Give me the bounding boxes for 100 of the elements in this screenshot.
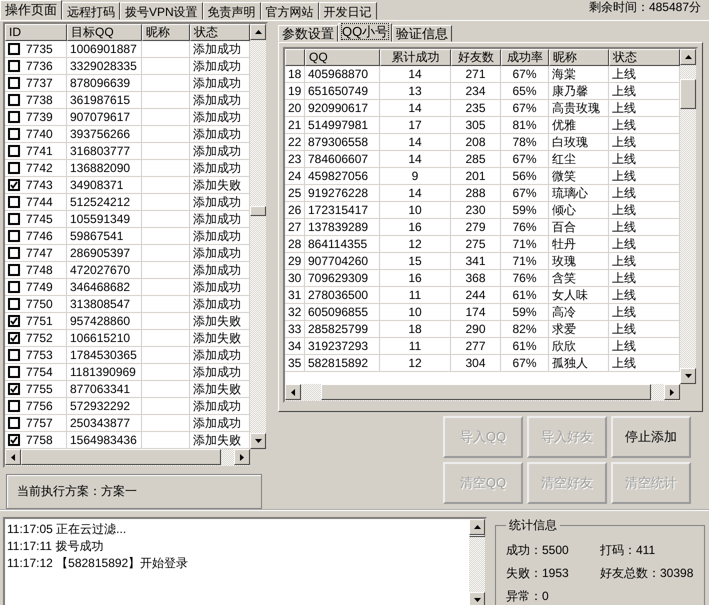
column-header[interactable]: QQ — [305, 49, 380, 66]
checkbox[interactable] — [8, 230, 20, 242]
scroll-thumb[interactable] — [250, 206, 266, 216]
log-line: 11:17:11 拨号成功 — [7, 538, 104, 555]
table-cell: 514997981 — [305, 117, 380, 134]
scroll-up-button[interactable] — [469, 519, 485, 535]
checkbox[interactable] — [8, 60, 20, 72]
checkbox[interactable] — [8, 349, 20, 361]
checkbox[interactable] — [8, 196, 20, 208]
table-cell: 67% — [501, 185, 549, 202]
column-header[interactable]: 状态 — [190, 24, 250, 41]
table-cell: 250343877 — [67, 415, 142, 432]
checkbox[interactable] — [8, 179, 20, 191]
table-cell: 290 — [451, 321, 501, 338]
checkbox[interactable] — [8, 162, 20, 174]
tab[interactable]: 开发日记 — [318, 2, 377, 20]
column-header[interactable]: 成功率 — [501, 49, 549, 66]
checkbox[interactable] — [8, 128, 20, 140]
column-header[interactable]: ID — [5, 24, 67, 41]
table-cell: 275 — [451, 236, 501, 253]
table-cell: 105591349 — [67, 211, 142, 228]
table-cell: 81% — [501, 117, 549, 134]
table-cell: 709629309 — [305, 270, 380, 287]
checkbox[interactable] — [8, 43, 20, 55]
checkbox[interactable] — [8, 111, 20, 123]
scroll-left-button[interactable] — [5, 449, 21, 465]
id-text: 7758 — [26, 432, 53, 448]
column-header[interactable]: 好友数 — [451, 49, 501, 66]
column-header[interactable] — [285, 49, 305, 66]
tab[interactable]: QQ小号 — [338, 23, 392, 42]
vertical-scrollbar[interactable] — [250, 24, 266, 449]
table-cell: 欣欣 — [549, 338, 609, 355]
id-text: 7744 — [26, 194, 53, 210]
checkbox[interactable] — [8, 213, 20, 225]
table-cell: 31 — [285, 287, 305, 304]
table-cell: 21 — [285, 117, 305, 134]
scroll-up-button[interactable] — [680, 49, 696, 65]
scroll-thumb[interactable] — [321, 384, 651, 400]
checkbox[interactable] — [8, 94, 20, 106]
column-header[interactable]: 昵称 — [142, 24, 190, 41]
scroll-thumb[interactable] — [469, 535, 485, 537]
table-cell: 16 — [380, 270, 451, 287]
table-cell: 微笑 — [549, 168, 609, 185]
table-cell: 30 — [285, 270, 305, 287]
tab[interactable]: 免责声明 — [202, 2, 261, 20]
scroll-right-button[interactable] — [664, 384, 680, 400]
checkbox[interactable] — [8, 332, 20, 344]
triangle-icon — [684, 374, 692, 378]
checkbox[interactable] — [8, 366, 20, 378]
tab[interactable]: 参数设置 — [278, 25, 338, 42]
table-cell: 35 — [285, 355, 305, 372]
checkbox[interactable] — [8, 298, 20, 310]
id-text: 7736 — [26, 58, 53, 74]
scroll-down-button[interactable] — [680, 368, 696, 384]
checkbox[interactable] — [8, 400, 20, 412]
scroll-thumb[interactable] — [21, 449, 221, 465]
tab[interactable]: 远程打码 — [62, 2, 120, 20]
action-button[interactable]: 停止添加 — [611, 416, 691, 458]
column-header[interactable]: 昵称 — [549, 49, 609, 66]
table-cell: 34 — [285, 338, 305, 355]
table-cell: 25 — [285, 185, 305, 202]
table-cell — [142, 347, 190, 364]
column-header[interactable]: 累计成功 — [380, 49, 451, 66]
plan-label: 当前执行方案：方案一 — [17, 483, 137, 500]
table-cell: 16 — [380, 219, 451, 236]
tab[interactable]: 验证信息 — [392, 25, 452, 42]
vertical-scrollbar[interactable] — [469, 519, 485, 605]
column-header[interactable]: 状态 — [609, 49, 680, 66]
vertical-scrollbar[interactable] — [680, 49, 696, 384]
checkbox[interactable] — [8, 264, 20, 276]
table-cell: 白玫瑰 — [549, 134, 609, 151]
table-cell: 137839289 — [305, 219, 380, 236]
table-cell: 19 — [285, 83, 305, 100]
table-cell: 907704260 — [305, 253, 380, 270]
scroll-down-button[interactable] — [250, 433, 266, 449]
checkbox[interactable] — [8, 383, 20, 395]
horizontal-scrollbar[interactable] — [5, 449, 250, 466]
checkbox[interactable] — [8, 417, 20, 429]
column-header[interactable]: 目标QQ — [67, 24, 142, 41]
checkbox[interactable] — [8, 315, 20, 327]
tab[interactable]: 操作页面 — [0, 0, 62, 20]
tab[interactable]: 官方网站 — [260, 2, 319, 20]
scroll-right-button[interactable] — [234, 449, 250, 465]
checkbox[interactable] — [8, 247, 20, 259]
table-cell: 康乃馨 — [549, 83, 609, 100]
checkbox[interactable] — [8, 434, 20, 446]
table-cell: 341 — [451, 253, 501, 270]
table-cell: 女人味 — [549, 287, 609, 304]
table-cell: 1181390969 — [67, 364, 142, 381]
checkbox[interactable] — [8, 281, 20, 293]
table-cell: 29 — [285, 253, 305, 270]
tab[interactable]: 拨号VPN设置 — [120, 2, 203, 20]
horizontal-scrollbar[interactable] — [285, 384, 680, 401]
checkbox[interactable] — [8, 77, 20, 89]
scroll-left-button[interactable] — [285, 384, 301, 400]
scroll-thumb[interactable] — [680, 79, 696, 109]
table-cell — [142, 143, 190, 160]
scroll-down-button[interactable] — [469, 592, 485, 605]
checkbox[interactable] — [8, 145, 20, 157]
scroll-up-button[interactable] — [250, 24, 266, 40]
